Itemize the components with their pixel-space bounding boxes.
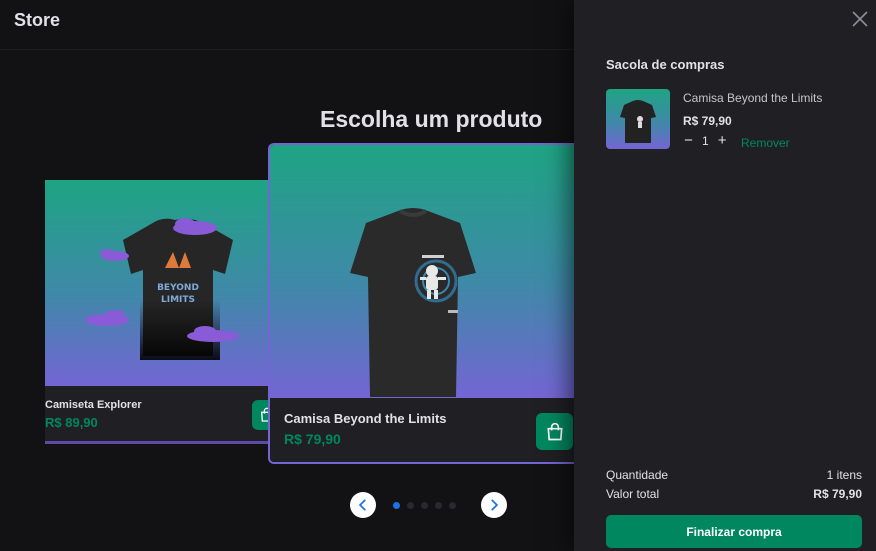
page-title: Escolha um produto xyxy=(320,106,543,132)
svg-text:LIMITS: LIMITS xyxy=(161,295,195,305)
carousel-prev-button[interactable] xyxy=(350,492,376,518)
cart-item-image xyxy=(606,89,670,149)
product-name: Camisa Beyond the Limits xyxy=(284,411,447,426)
carousel-next-button[interactable] xyxy=(481,492,507,518)
cart-panel: Sacola de compras Camisa Beyond the Limi… xyxy=(574,0,876,551)
product-card-beyond-the-limits: Camisa Beyond the Limits R$ 79,90 xyxy=(268,143,574,464)
product-image-explorer: BEYOND LIMITS xyxy=(45,180,270,386)
cart-item-name: Camisa Beyond the Limits xyxy=(683,91,823,105)
product-name: Camiseta Explorer xyxy=(45,399,142,411)
svg-text:BEYOND: BEYOND xyxy=(157,283,199,293)
summary-quantity-row: Quantidade 1 itens xyxy=(606,468,862,482)
product-info-explorer: Camiseta Explorer R$ 89,90 xyxy=(45,386,270,444)
carousel-dot[interactable] xyxy=(449,502,456,509)
cart-item-price: R$ 79,90 xyxy=(683,114,732,128)
brand-title: Store xyxy=(14,10,61,30)
carousel-dots xyxy=(393,502,456,509)
quantity-value: 1 xyxy=(702,134,709,148)
summary-total-label: Valor total xyxy=(606,487,660,501)
summary-total-row: Valor total R$ 79,90 xyxy=(606,487,862,501)
chevron-left-icon xyxy=(358,499,366,511)
cart-title: Sacola de compras xyxy=(606,57,725,72)
carousel-dot[interactable] xyxy=(421,502,428,509)
carousel-dot[interactable] xyxy=(393,502,400,509)
summary-total-value: R$ 79,90 xyxy=(813,487,862,501)
decrease-quantity-button[interactable]: − xyxy=(683,133,694,148)
product-info-beyond-the-limits: Camisa Beyond the Limits R$ 79,90 xyxy=(270,398,574,462)
checkout-button[interactable]: Finalizar compra xyxy=(606,515,862,548)
chevron-right-icon xyxy=(491,499,499,511)
carousel-dot[interactable] xyxy=(407,502,414,509)
summary-quantity-label: Quantidade xyxy=(606,468,669,482)
close-icon xyxy=(852,11,868,27)
increase-quantity-button[interactable]: + xyxy=(717,133,728,148)
close-button[interactable] xyxy=(850,9,870,29)
carousel-dot[interactable] xyxy=(435,502,442,509)
add-to-cart-button[interactable] xyxy=(536,413,573,450)
summary-quantity-value: 1 itens xyxy=(826,468,862,482)
product-price: R$ 89,90 xyxy=(45,415,98,430)
shopping-bag-icon xyxy=(546,422,563,440)
store-app: Store Escolha um produto BEYOND LIMITS C… xyxy=(0,0,876,551)
product-card-explorer: BEYOND LIMITS Camiseta Explorer R$ 89,90 xyxy=(45,180,270,444)
quantity-stepper: − 1 + xyxy=(683,133,728,148)
product-price: R$ 79,90 xyxy=(284,431,341,447)
product-image-beyond-the-limits xyxy=(270,145,574,398)
remove-item-link[interactable]: Remover xyxy=(741,136,790,150)
